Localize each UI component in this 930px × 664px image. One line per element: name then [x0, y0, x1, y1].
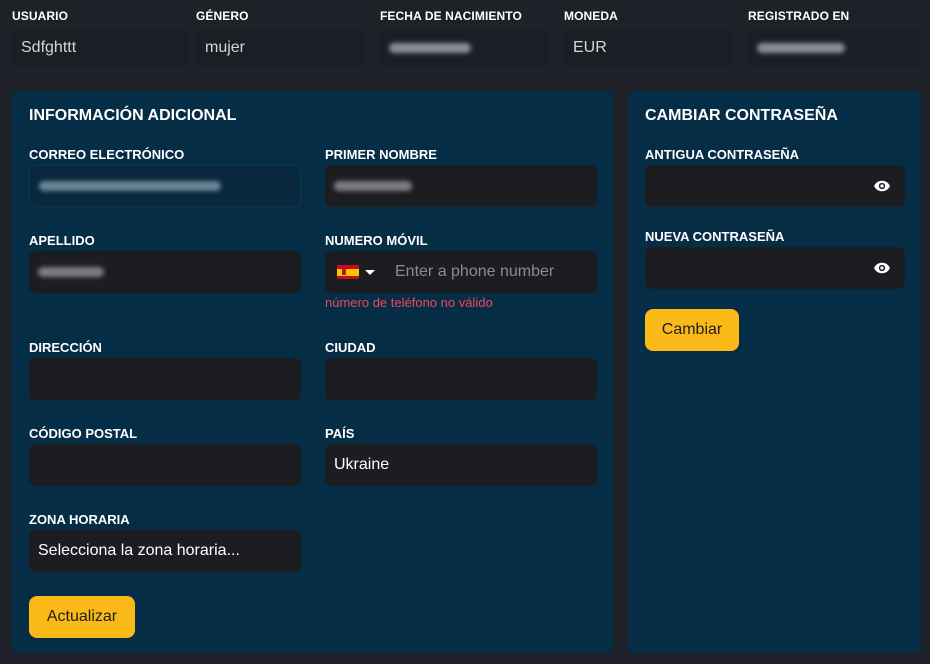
- update-button[interactable]: Actualizar: [29, 596, 135, 638]
- password-panel-title: CAMBIAR CONTRASEÑA: [645, 107, 838, 124]
- registrado-label: REGISTRADO EN: [748, 9, 850, 23]
- phone-field[interactable]: Enter a phone number: [325, 251, 597, 293]
- old-password-label: ANTIGUA CONTRASEÑA: [645, 147, 800, 162]
- fecha-nacimiento-value-box: [380, 29, 550, 67]
- email-label: CORREO ELECTRÓNICO: [29, 147, 185, 162]
- genero-value-box: mujer: [196, 29, 364, 67]
- first-name-label: PRIMER NOMBRE: [325, 147, 437, 162]
- phone-error-message: número de teléfono no válido: [325, 295, 493, 310]
- genero-label: GÉNERO: [196, 9, 249, 23]
- redacted-last-name: [38, 267, 104, 277]
- eye-icon[interactable]: [873, 259, 891, 277]
- moneda-value: EUR: [573, 39, 607, 56]
- postal-code-label: CÓDIGO POSTAL: [29, 426, 138, 441]
- redacted-first-name: [334, 181, 412, 191]
- genero-value: mujer: [205, 39, 246, 56]
- last-name-field[interactable]: [29, 251, 301, 293]
- registrado-value-box: [748, 29, 920, 67]
- postal-code-field[interactable]: [29, 444, 301, 486]
- timezone-select[interactable]: Selecciona la zona horaria...: [29, 530, 301, 572]
- usuario-value: Sdfghttt: [21, 39, 77, 56]
- country-select[interactable]: Ukraine: [325, 444, 597, 486]
- email-field[interactable]: [29, 165, 301, 207]
- phone-country-selector[interactable]: [337, 265, 375, 279]
- address-label: DIRECCIÓN: [29, 340, 102, 355]
- timezone-value: Selecciona la zona horaria...: [38, 542, 240, 559]
- phone-label: NUMERO MÓVIL: [325, 233, 428, 248]
- password-panel: CAMBIAR CONTRASEÑA ANTIGUA CONTRASEÑA NU…: [628, 91, 921, 653]
- account-summary: USUARIO Sdfghttt GÉNERO mujer FECHA DE N…: [0, 0, 930, 80]
- redacted-email: [39, 181, 221, 191]
- address-field[interactable]: [29, 358, 301, 400]
- old-password-field[interactable]: [645, 165, 905, 207]
- usuario-value-box: Sdfghttt: [12, 29, 188, 67]
- fecha-nacimiento-label: FECHA DE NACIMIENTO: [380, 9, 522, 23]
- moneda-label: MONEDA: [564, 9, 618, 23]
- info-panel-title: INFORMACIÓN ADICIONAL: [29, 107, 237, 124]
- city-label: CIUDAD: [325, 340, 376, 355]
- new-password-field[interactable]: [645, 247, 905, 289]
- first-name-field[interactable]: [325, 165, 597, 207]
- city-field[interactable]: [325, 358, 597, 400]
- timezone-label: ZONA HORARIA: [29, 512, 130, 527]
- phone-placeholder: Enter a phone number: [395, 263, 555, 280]
- spain-flag-icon: [337, 265, 359, 279]
- new-password-label: NUEVA CONTRASEÑA: [645, 229, 785, 244]
- caret-down-icon: [365, 269, 375, 275]
- last-name-label: APELLIDO: [29, 233, 95, 248]
- usuario-label: USUARIO: [12, 9, 69, 23]
- country-label: PAÍS: [325, 426, 355, 441]
- country-value: Ukraine: [334, 456, 390, 473]
- moneda-value-box: EUR: [564, 29, 734, 67]
- redacted-registration-date: [757, 43, 845, 53]
- info-panel: INFORMACIÓN ADICIONAL CORREO ELECTRÓNICO…: [12, 91, 613, 653]
- eye-icon[interactable]: [873, 177, 891, 195]
- redacted-birthdate: [389, 43, 471, 53]
- change-password-button[interactable]: Cambiar: [645, 309, 739, 351]
